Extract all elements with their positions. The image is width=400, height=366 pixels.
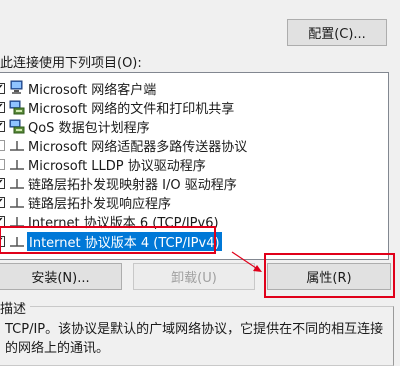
list-item-label: 链路层拓扑发现映射器 I/O 驱动程序 bbox=[28, 177, 237, 193]
properties-button[interactable]: 属性(R) bbox=[267, 263, 391, 290]
protocol-icon bbox=[9, 194, 25, 210]
list-item[interactable]: Microsoft LLDP 协议驱动程序 bbox=[0, 154, 388, 174]
list-item[interactable]: ✔ QoS 数据包计划程序 bbox=[0, 116, 388, 136]
list-item[interactable]: ✔ Microsoft 网络的文件和打印机共享 bbox=[0, 97, 388, 117]
ipv4-highlight-box bbox=[0, 226, 216, 254]
protocol-icon bbox=[9, 156, 25, 172]
checkbox-checked[interactable]: ✔ bbox=[0, 215, 5, 227]
list-item-label: Microsoft 网络的文件和打印机共享 bbox=[28, 101, 235, 117]
checkbox-unchecked[interactable] bbox=[0, 158, 5, 170]
list-item-label: Microsoft 网络客户端 bbox=[28, 82, 157, 98]
checkbox-checked[interactable]: ✔ bbox=[0, 101, 5, 113]
items-list-label: 此连接使用下列项目(O): bbox=[0, 56, 142, 71]
list-item-label: 链路层拓扑发现响应程序 bbox=[28, 196, 172, 212]
list-item-label: Microsoft 网络适配器多路传送器协议 bbox=[28, 139, 248, 155]
uninstall-button[interactable]: 卸载(U) bbox=[133, 263, 255, 290]
configure-button[interactable]: 配置(C)... bbox=[287, 19, 387, 46]
checkbox-unchecked[interactable] bbox=[0, 139, 5, 151]
install-button[interactable]: 安装(N)... bbox=[0, 263, 122, 290]
network-service-icon bbox=[9, 118, 25, 134]
network-service-icon bbox=[9, 99, 25, 115]
checkbox-checked[interactable]: ✔ bbox=[0, 82, 5, 94]
protocol-icon bbox=[9, 175, 25, 191]
list-item[interactable]: ✔ Microsoft 网络客户端 bbox=[0, 78, 388, 98]
checkbox-checked[interactable]: ✔ bbox=[0, 196, 5, 208]
list-item-label: Microsoft LLDP 协议驱动程序 bbox=[28, 158, 206, 174]
checkbox-checked[interactable]: ✔ bbox=[0, 177, 5, 189]
protocol-icon bbox=[9, 137, 25, 153]
list-item[interactable]: ✔ 链路层拓扑发现响应程序 bbox=[0, 192, 388, 212]
description-text: TCP/IP。该协议是默认的广域网络协议，它提供在不同的相互连接的网络上的通讯。 bbox=[5, 322, 384, 356]
list-item[interactable]: Microsoft 网络适配器多路传送器协议 bbox=[0, 135, 388, 155]
list-item-label: QoS 数据包计划程序 bbox=[28, 120, 150, 136]
list-item[interactable]: ✔ 链路层拓扑发现映射器 I/O 驱动程序 bbox=[0, 173, 388, 193]
network-client-icon bbox=[9, 80, 25, 96]
checkbox-checked[interactable]: ✔ bbox=[0, 120, 5, 132]
description-title: 描述 bbox=[0, 298, 31, 317]
